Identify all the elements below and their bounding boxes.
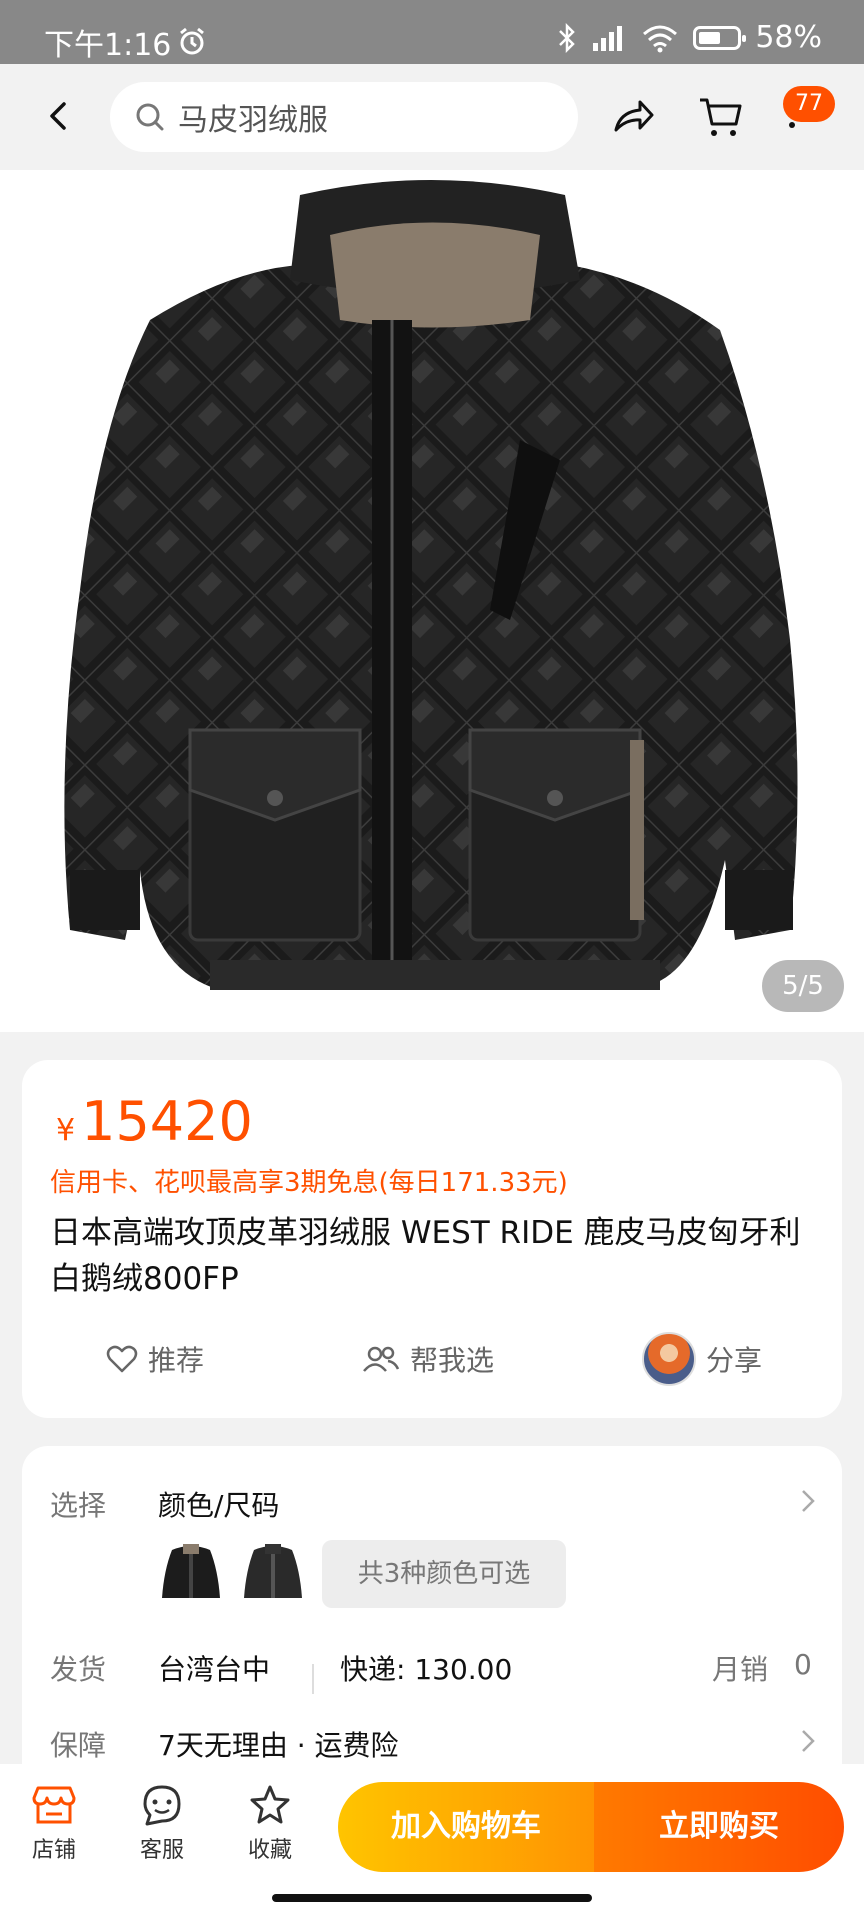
buy-now-button[interactable]: 立即购买 — [594, 1782, 844, 1872]
color-thumb-1[interactable] — [158, 1540, 224, 1606]
search-icon — [136, 103, 164, 131]
cart-count-badge: 77 — [783, 86, 835, 122]
store-label: 店铺 — [31, 1838, 76, 1863]
recommend-label: 推荐 — [148, 1344, 205, 1377]
monthly-sales-label: 月销 — [712, 1653, 769, 1686]
select-value[interactable]: 颜色/尺码 — [158, 1484, 279, 1524]
heart-icon — [106, 1345, 138, 1373]
avatar — [642, 1332, 696, 1386]
currency-symbol: ¥ — [56, 1113, 76, 1148]
store-icon — [32, 1786, 76, 1824]
share-icon[interactable] — [608, 94, 658, 140]
guarantee-label: 保障 — [50, 1729, 107, 1762]
options-card: 选择 颜色/尺码 共3种颜色可选 发货 台湾台中 快递: 130.00 月销 0… — [22, 1446, 842, 1786]
price-card: ¥ 15420 信用卡、花呗最高享3期免息(每日171.33元) 日本高端攻顶皮… — [22, 1060, 842, 1418]
status-time-group: 下午1:16 — [44, 20, 207, 64]
battery-icon — [693, 25, 747, 50]
add-to-cart-button[interactable]: 加入购物车 — [338, 1782, 594, 1872]
back-icon[interactable] — [40, 94, 80, 138]
status-time: 下午1:16 — [44, 28, 172, 63]
installment-info[interactable]: 信用卡、花呗最高享3期免息(每日171.33元) — [50, 1162, 568, 1199]
price: ¥ 15420 — [56, 1090, 253, 1153]
service-label: 客服 — [139, 1838, 184, 1863]
product-actions: 推荐 帮我选 分享 — [22, 1324, 842, 1394]
search-bar[interactable]: 马皮羽绒服 — [110, 82, 578, 152]
ship-from: 台湾台中 — [158, 1653, 271, 1686]
share-button[interactable]: 分享 — [642, 1324, 762, 1394]
home-indicator[interactable] — [272, 1894, 592, 1902]
image-counter: 5/5 — [762, 960, 844, 1012]
ship-label: 发货 — [50, 1653, 107, 1686]
status-bar: 下午1:16 58% — [0, 0, 864, 64]
people-icon — [363, 1346, 400, 1372]
battery-fill — [699, 31, 721, 44]
bluetooth-icon — [559, 22, 576, 53]
share-label: 分享 — [706, 1344, 763, 1377]
help-choose-button[interactable]: 帮我选 — [362, 1324, 494, 1394]
store-button[interactable]: 店铺 — [14, 1784, 94, 1864]
star-icon — [250, 1785, 290, 1824]
customer-service-button[interactable]: 客服 — [122, 1784, 202, 1864]
chevron-right-icon[interactable] — [800, 1728, 816, 1754]
customer-service-icon — [143, 1785, 181, 1826]
colors-available-chip[interactable]: 共3种颜色可选 — [322, 1540, 566, 1608]
select-label: 选择 — [50, 1489, 107, 1522]
top-nav: 马皮羽绒服 77 — [0, 64, 864, 170]
alarm-icon — [180, 27, 205, 55]
divider — [312, 1664, 314, 1694]
recommend-button[interactable]: 推荐 — [106, 1324, 204, 1394]
monthly-sales-value: 0 — [794, 1648, 812, 1681]
guarantee-value[interactable]: 7天无理由 · 运费险 — [158, 1724, 399, 1764]
signal-icon — [593, 25, 623, 51]
cart-icon[interactable] — [696, 94, 744, 140]
battery-percent: 58% — [755, 20, 822, 55]
wifi-icon — [643, 25, 678, 52]
product-jacket-image — [0, 170, 864, 1032]
favorite-label: 收藏 — [247, 1838, 292, 1863]
search-query: 马皮羽绒服 — [178, 103, 328, 138]
product-image-gallery[interactable]: 5/5 — [0, 170, 864, 1032]
favorite-button[interactable]: 收藏 — [230, 1784, 310, 1864]
help-choose-label: 帮我选 — [410, 1344, 495, 1377]
price-amount: 15420 — [81, 1090, 253, 1153]
product-title: 日本高端攻顶皮革羽绒服 WEST RIDE 鹿皮马皮匈牙利白鹅绒800FP — [50, 1215, 801, 1297]
status-icons: 58% — [557, 20, 822, 55]
color-thumb-2[interactable] — [240, 1540, 306, 1606]
chevron-right-icon[interactable] — [800, 1488, 816, 1514]
express-fee: 快递: 130.00 — [340, 1653, 513, 1686]
